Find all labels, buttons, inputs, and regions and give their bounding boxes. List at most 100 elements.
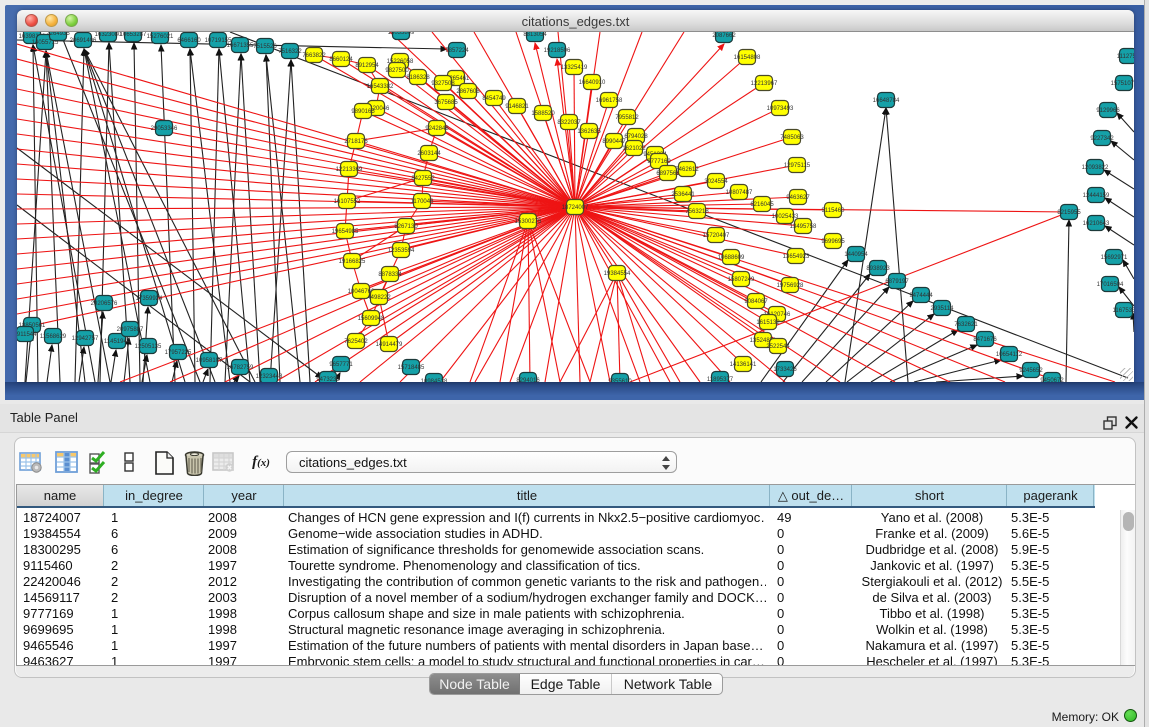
svg-text:7955812: 7955812 bbox=[615, 115, 639, 121]
svg-text:10025433: 10025433 bbox=[772, 214, 799, 220]
svg-text:3675685: 3675685 bbox=[434, 100, 458, 106]
svg-text:16107552: 16107552 bbox=[334, 199, 361, 205]
svg-text:7515526: 7515526 bbox=[253, 44, 277, 50]
svg-text:3024554: 3024554 bbox=[704, 179, 728, 185]
svg-text:11451944: 11451944 bbox=[104, 339, 131, 345]
svg-text:15692971: 15692971 bbox=[1101, 255, 1128, 261]
svg-text:9227342: 9227342 bbox=[1090, 136, 1114, 142]
svg-text:7663822: 7663822 bbox=[302, 53, 326, 59]
svg-text:12505135: 12505135 bbox=[135, 344, 162, 350]
svg-text:8990447: 8990447 bbox=[602, 139, 626, 145]
svg-text:20691406: 20691406 bbox=[70, 38, 97, 44]
svg-text:9890165: 9890165 bbox=[351, 109, 375, 115]
svg-text:19166825: 19166825 bbox=[339, 259, 366, 265]
svg-text:9146821: 9146821 bbox=[505, 104, 529, 110]
svg-text:1167533: 1167533 bbox=[1113, 308, 1134, 314]
svg-text:9115460: 9115460 bbox=[822, 208, 846, 214]
svg-text:2522544: 2522544 bbox=[766, 344, 790, 350]
svg-text:12213369: 12213369 bbox=[336, 167, 363, 173]
svg-text:8660124: 8660124 bbox=[329, 57, 353, 63]
svg-text:8215955: 8215955 bbox=[1057, 210, 1081, 216]
svg-text:12353594: 12353594 bbox=[388, 248, 415, 254]
svg-text:1588520: 1588520 bbox=[531, 111, 555, 117]
svg-text:16033809: 16033809 bbox=[388, 32, 415, 36]
svg-text:9827500: 9827500 bbox=[385, 68, 409, 74]
svg-text:10807487: 10807487 bbox=[726, 190, 753, 196]
svg-text:16323080: 16323080 bbox=[95, 32, 122, 38]
svg-text:11568629: 11568629 bbox=[40, 334, 67, 340]
svg-text:10653287: 10653287 bbox=[120, 32, 147, 38]
svg-text:20206576: 20206576 bbox=[91, 301, 118, 307]
svg-text:19218506: 19218506 bbox=[544, 48, 571, 54]
svg-text:17016504: 17016504 bbox=[1097, 282, 1124, 288]
svg-text:4498222: 4498222 bbox=[367, 295, 391, 301]
svg-text:9084067: 9084067 bbox=[744, 299, 768, 305]
svg-text:9242848: 9242848 bbox=[425, 126, 449, 132]
svg-text:14914479: 14914479 bbox=[376, 342, 403, 348]
svg-text:9450672: 9450672 bbox=[1040, 378, 1064, 382]
svg-text:2536441: 2536441 bbox=[671, 192, 695, 198]
svg-text:9657771: 9657771 bbox=[329, 362, 353, 368]
svg-text:2087662: 2087662 bbox=[712, 33, 736, 39]
svg-text:16671355: 16671355 bbox=[227, 43, 254, 49]
svg-text:19654985: 19654985 bbox=[332, 229, 359, 235]
svg-text:7632621: 7632621 bbox=[954, 322, 978, 328]
svg-text:9245652: 9245652 bbox=[1019, 368, 1043, 374]
svg-text:3911544: 3911544 bbox=[17, 332, 37, 338]
svg-text:6216045: 6216045 bbox=[750, 202, 774, 208]
svg-text:16543382: 16543382 bbox=[367, 84, 394, 90]
svg-text:15807249: 15807249 bbox=[728, 277, 755, 283]
svg-text:6879197: 6879197 bbox=[885, 279, 909, 285]
svg-text:16154808: 16154808 bbox=[734, 55, 761, 61]
svg-text:8878334: 8878334 bbox=[378, 272, 402, 278]
svg-text:16640910: 16640910 bbox=[579, 80, 606, 86]
svg-text:10984538: 10984538 bbox=[421, 379, 448, 382]
svg-text:9463627: 9463627 bbox=[786, 195, 810, 201]
svg-text:16782759: 16782759 bbox=[227, 365, 254, 371]
svg-text:2935114: 2935114 bbox=[931, 306, 955, 312]
svg-text:1615132: 1615132 bbox=[756, 320, 780, 326]
svg-text:17957225: 17957225 bbox=[165, 350, 192, 356]
svg-text:8427552: 8427552 bbox=[411, 176, 435, 182]
svg-text:11895377: 11895377 bbox=[707, 377, 734, 382]
svg-text:9474444: 9474444 bbox=[909, 293, 933, 299]
svg-text:16961758: 16961758 bbox=[596, 98, 623, 104]
svg-text:13495758: 13495758 bbox=[790, 224, 817, 230]
svg-text:13325419: 13325419 bbox=[561, 65, 588, 71]
svg-text:12323448: 12323448 bbox=[256, 374, 283, 380]
svg-text:10958107: 10958107 bbox=[196, 358, 223, 364]
svg-text:7485063: 7485063 bbox=[780, 135, 804, 141]
svg-text:10973493: 10973493 bbox=[767, 106, 794, 112]
svg-text:7516322: 7516322 bbox=[278, 49, 302, 55]
svg-text:7563218: 7563218 bbox=[685, 209, 709, 215]
svg-text:10688609: 10688609 bbox=[718, 255, 745, 261]
svg-text:13654923: 13654923 bbox=[783, 254, 810, 260]
svg-text:1362635: 1362635 bbox=[577, 129, 601, 135]
svg-text:20975887: 20975887 bbox=[117, 327, 144, 333]
svg-text:8912954: 8912954 bbox=[355, 63, 379, 69]
svg-text:19756928: 19756928 bbox=[777, 283, 804, 289]
svg-text:8322037: 8322037 bbox=[557, 120, 581, 126]
svg-text:2264935: 2264935 bbox=[46, 32, 70, 37]
svg-text:2603144: 2603144 bbox=[417, 151, 441, 157]
svg-text:8294016: 8294016 bbox=[516, 378, 540, 382]
svg-text:7625402: 7625402 bbox=[344, 339, 368, 345]
svg-text:8267130: 8267130 bbox=[394, 224, 418, 230]
svg-text:9473233: 9473233 bbox=[316, 377, 340, 382]
svg-text:29053346: 29053346 bbox=[151, 126, 178, 132]
svg-text:9777169: 9777169 bbox=[647, 159, 671, 165]
svg-text:15609948: 15609948 bbox=[358, 316, 385, 322]
svg-text:2867608: 2867608 bbox=[456, 89, 480, 95]
svg-text:15300275: 15300275 bbox=[515, 219, 542, 225]
svg-text:9327508: 9327508 bbox=[431, 81, 455, 87]
svg-text:8471676: 8471676 bbox=[973, 337, 997, 343]
svg-text:7857224: 7857224 bbox=[445, 48, 469, 54]
svg-text:15720407: 15720407 bbox=[703, 233, 730, 239]
svg-text:8186328: 8186328 bbox=[406, 75, 430, 81]
svg-text:1440954: 1440954 bbox=[844, 252, 868, 258]
svg-text:12213967: 12213967 bbox=[751, 81, 778, 87]
svg-text:9129966: 9129966 bbox=[1096, 108, 1120, 114]
svg-text:1733426: 1733426 bbox=[773, 367, 797, 373]
svg-text:15751074: 15751074 bbox=[1111, 81, 1134, 87]
svg-text:18724007: 18724007 bbox=[562, 205, 589, 211]
